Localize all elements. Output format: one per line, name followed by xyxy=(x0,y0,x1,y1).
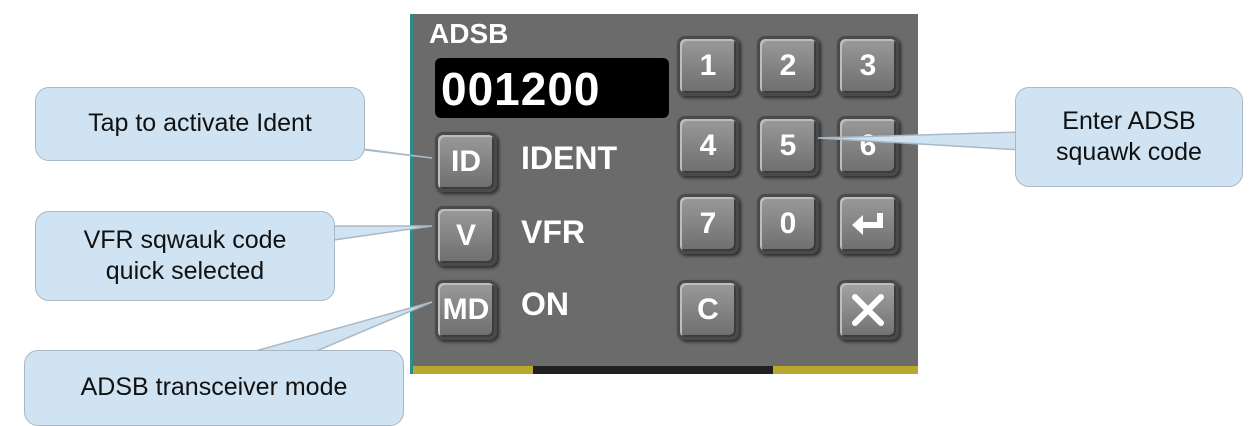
squawk-callout-tail xyxy=(817,131,1023,151)
vfr-callout-line1: VFR sqwauk code xyxy=(83,225,287,254)
vfr-callout: VFR sqwauk code quick selected xyxy=(35,211,335,301)
mode-callout-text: ADSB transceiver mode xyxy=(80,373,348,402)
ident-callout: Tap to activate Ident xyxy=(35,87,365,161)
squawk-callout-line1: Enter ADSB xyxy=(1062,106,1196,135)
ident-callout-text: Tap to activate Ident xyxy=(88,109,312,138)
squawk-callout: Enter ADSB squawk code xyxy=(1015,87,1243,187)
squawk-callout-line2: squawk code xyxy=(1056,138,1202,166)
mode-callout: ADSB transceiver mode xyxy=(24,350,404,426)
vfr-callout-line2: quick selected xyxy=(105,257,265,285)
